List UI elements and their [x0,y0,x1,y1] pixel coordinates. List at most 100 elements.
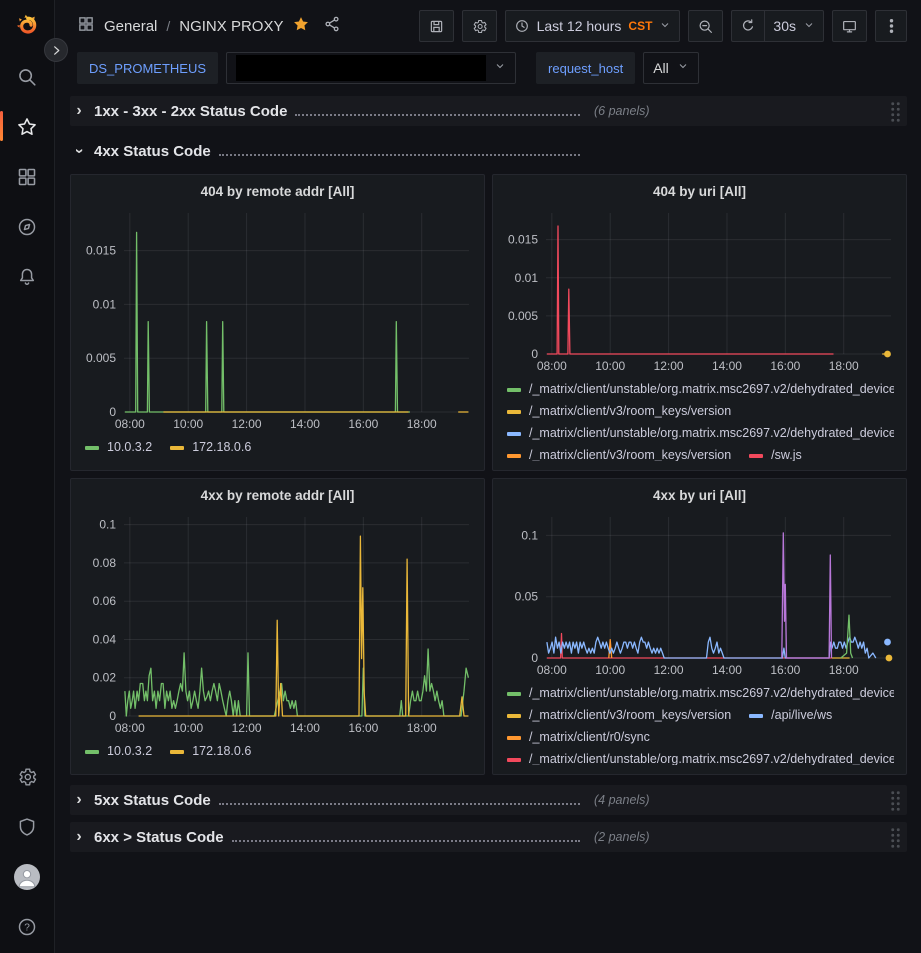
sidebar-expand-button[interactable] [44,38,68,62]
drag-handle-icon[interactable] [890,827,901,848]
sidebar-item-configuration[interactable] [0,765,55,789]
panel-title[interactable]: 404 by remote addr [All] [73,180,482,205]
dotted-leader [232,840,580,842]
save-dashboard-button[interactable] [419,10,454,42]
refresh-button[interactable] [731,10,764,42]
legend-label: 172.18.0.6 [192,439,251,456]
legend-item[interactable]: 10.0.3.2 [85,743,152,760]
row-6xx-status-code[interactable]: › 6xx > Status Code (2 panels) [70,822,907,852]
legend-item[interactable]: /_matrix/client/r0/sync [507,729,650,746]
sidebar-item-explore[interactable] [0,215,55,239]
svg-text:0: 0 [531,651,538,665]
chart-legend: 10.0.3.2 172.18.0.6 [73,433,482,460]
panel-title[interactable]: 4xx by uri [All] [495,484,904,509]
datasource-variable-select[interactable] [226,52,516,84]
legend-label: /sw.js [771,447,802,461]
sidebar-item-starred[interactable] [0,115,55,139]
legend-swatch [507,432,521,436]
refresh-interval-dropdown[interactable]: 30s [764,10,824,42]
datasource-variable-label[interactable]: DS_PROMETHEUS [77,52,218,84]
legend-label: /_matrix/client/v3/room_keys/version [529,707,731,724]
sidebar-item-server-admin[interactable] [0,815,55,839]
legend-swatch [749,454,763,458]
svg-text:0.02: 0.02 [93,671,117,685]
dashboard-grid-icon [77,15,95,38]
sidebar-item-profile[interactable] [0,865,55,889]
request-host-value: All [653,60,669,76]
breadcrumb-section[interactable]: General [104,18,157,35]
legend-item[interactable]: /_matrix/client/unstable/org.matrix.msc2… [507,685,894,702]
sidebar-item-alerting[interactable] [0,265,55,289]
sidebar-item-help[interactable]: ? [0,915,55,939]
dotted-leader [219,154,580,156]
time-range-picker[interactable]: Last 12 hours CST [505,10,681,42]
timeseries-chart[interactable]: 08:0010:0012:0014:0016:0018:0000.050.1 [498,509,901,679]
drag-handle-icon[interactable] [890,790,901,811]
legend-item[interactable]: /_matrix/client/v3/room_keys/version [507,707,731,724]
svg-text:0.015: 0.015 [508,233,538,247]
svg-text:0.005: 0.005 [508,309,538,323]
legend-item[interactable]: 10.0.3.2 [85,439,152,456]
row-title: 1xx - 3xx - 2xx Status Code [94,103,287,120]
timeseries-chart[interactable]: 08:0010:0012:0014:0016:0018:0000.020.040… [76,509,479,737]
timeseries-chart[interactable]: 08:0010:0012:0014:0016:0018:0000.0050.01… [498,205,901,375]
row-4xx-status-code[interactable]: › 4xx Status Code [70,136,907,166]
row-5xx-status-code[interactable]: › 5xx Status Code (4 panels) [70,785,907,815]
dashboard-scroll-area[interactable]: › 1xx - 3xx - 2xx Status Code (6 panels)… [55,90,921,953]
legend-item[interactable]: /_matrix/client/unstable/org.matrix.msc2… [507,751,894,765]
legend-label: /_matrix/client/r0/sync [529,729,650,746]
legend-item[interactable]: /_matrix/client/v3/room_keys/version [507,403,731,420]
drag-handle-icon[interactable] [890,101,901,122]
svg-text:18:00: 18:00 [407,417,437,431]
panel-title[interactable]: 4xx by remote addr [All] [73,484,482,509]
grafana-logo-icon[interactable] [13,11,41,39]
legend-swatch [507,736,521,740]
row-title: 4xx Status Code [94,143,211,160]
legend-item[interactable]: 172.18.0.6 [170,439,251,456]
chevron-down-icon [677,59,689,77]
legend-item[interactable]: 172.18.0.6 [170,743,251,760]
chevron-right-icon: › [72,102,86,120]
row-1xx-3xx-2xx-status-code[interactable]: › 1xx - 3xx - 2xx Status Code (6 panels) [70,96,907,126]
svg-text:18:00: 18:00 [829,359,859,373]
chevron-down-icon [494,59,506,77]
svg-text:0.01: 0.01 [93,297,117,311]
svg-text:0.1: 0.1 [99,518,116,532]
chevron-down-icon [659,18,671,34]
request-host-variable-label[interactable]: request_host [536,52,635,84]
favorite-star-icon[interactable] [292,15,310,38]
grafana-app: ? General / NGINX PROXY [0,0,921,953]
sidebar-item-dashboards[interactable] [0,165,55,189]
request-host-variable-select[interactable]: All [643,52,699,84]
variables-bar: DS_PROMETHEUS request_host All [55,52,921,90]
zoom-out-time-button[interactable] [688,10,723,42]
dashboard-settings-button[interactable] [462,10,497,42]
row-title: 6xx > Status Code [94,829,224,846]
legend-swatch [85,750,99,754]
legend-item[interactable]: /_matrix/client/v3/room_keys/version [507,447,731,461]
chevron-down-icon [803,18,815,34]
legend-label: /_matrix/client/unstable/org.matrix.msc2… [529,425,894,442]
svg-text:16:00: 16:00 [348,417,378,431]
sidebar-item-search[interactable] [0,65,55,89]
legend-item[interactable]: /_matrix/client/unstable/org.matrix.msc2… [507,381,894,398]
breadcrumb-dashboard-title[interactable]: NGINX PROXY [179,18,283,35]
panel-title[interactable]: 404 by uri [All] [495,180,904,205]
svg-text:12:00: 12:00 [654,359,684,373]
svg-text:18:00: 18:00 [407,721,437,735]
row-title: 5xx Status Code [94,792,211,809]
legend-swatch [85,446,99,450]
panel-4xx-by-remote-addr: 4xx by remote addr [All] 08:0010:0012:00… [70,478,485,775]
legend-item[interactable]: /api/live/ws [749,707,832,724]
kiosk-mode-button[interactable] [832,10,867,42]
share-icon[interactable] [323,15,341,38]
more-options-kebab-button[interactable] [875,10,907,42]
timeseries-chart[interactable]: 08:0010:0012:0014:0016:0018:0000.0050.01… [76,205,479,433]
legend-label: /_matrix/client/unstable/org.matrix.msc2… [529,685,894,702]
svg-text:0: 0 [531,347,538,361]
breadcrumb-separator: / [166,18,170,34]
legend-item[interactable]: /sw.js [749,447,802,461]
legend-item[interactable]: /_matrix/client/unstable/org.matrix.msc2… [507,425,894,442]
top-toolbar: General / NGINX PROXY La [55,0,921,52]
chevron-down-icon: › [70,144,88,158]
